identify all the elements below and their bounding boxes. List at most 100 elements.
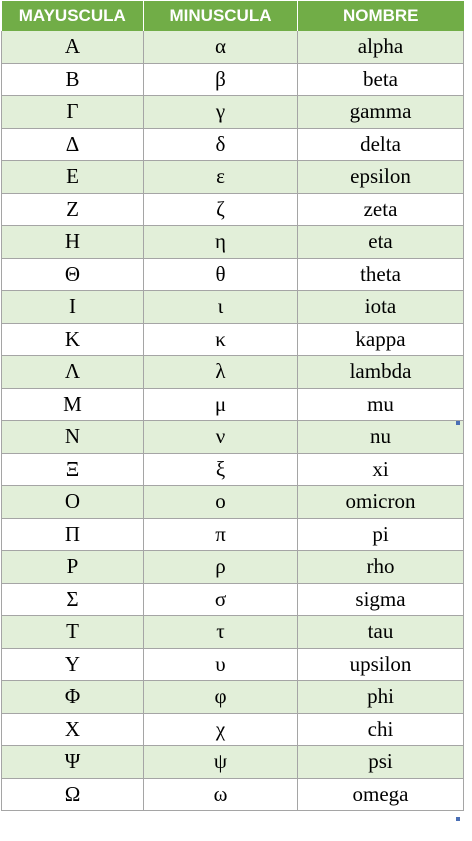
greek-alphabet-table: MAYUSCULA MINUSCULA NOMBRE Αα alpha Ββ beta… [1, 1, 464, 811]
cell-mayuscula: Τ [1, 615, 144, 649]
cell-minuscula: ρ [143, 550, 298, 584]
table-row: Ξξ xi [1, 453, 464, 486]
table-row: Οο omicron [1, 485, 464, 519]
cell-minuscula: ω [143, 778, 298, 811]
cell-minuscula: σ [143, 583, 298, 616]
cell-nombre: beta [297, 63, 464, 96]
cell-nombre: sigma [297, 583, 464, 616]
table-row: Ββ beta [1, 63, 464, 96]
cell-nombre: tau [297, 615, 464, 649]
cell-minuscula: χ [143, 713, 298, 746]
table-row: Ηη eta [1, 225, 464, 259]
cell-minuscula: π [143, 518, 298, 551]
cell-mayuscula: Ε [1, 160, 144, 194]
cell-minuscula: ο [143, 485, 298, 519]
cell-mayuscula: Θ [1, 258, 144, 291]
cell-mayuscula: Ι [1, 290, 144, 324]
cell-nombre: nu [297, 420, 464, 454]
cell-mayuscula: Ξ [1, 453, 144, 486]
header-nombre: NOMBRE [297, 1, 464, 31]
cell-mayuscula: Ν [1, 420, 144, 454]
cell-nombre: chi [297, 713, 464, 746]
cell-mayuscula: Ο [1, 485, 144, 519]
cell-mayuscula: Ω [1, 778, 144, 811]
cell-minuscula: β [143, 63, 298, 96]
cell-nombre: pi [297, 518, 464, 551]
cell-minuscula: κ [143, 323, 298, 356]
cell-nombre: delta [297, 128, 464, 161]
table-row: Θθ theta [1, 258, 464, 291]
cell-nombre: upsilon [297, 648, 464, 681]
cell-nombre: rho [297, 550, 464, 584]
cell-mayuscula: Η [1, 225, 144, 259]
cell-mayuscula: Κ [1, 323, 144, 356]
table-row: Ρρ rho [1, 550, 464, 584]
table-row: Ππ pi [1, 518, 464, 551]
cell-nombre: zeta [297, 193, 464, 226]
cell-mayuscula: Δ [1, 128, 144, 161]
cell-nombre: gamma [297, 95, 464, 129]
table-row: Εε epsilon [1, 160, 464, 194]
resize-handle-upper[interactable] [456, 421, 460, 425]
cell-minuscula: θ [143, 258, 298, 291]
cell-mayuscula: Ζ [1, 193, 144, 226]
table-row: Ψψ psi [1, 745, 464, 779]
table-row: Γγ gamma [1, 95, 464, 129]
table-row: Ττ tau [1, 615, 464, 649]
cell-minuscula: μ [143, 388, 298, 421]
cell-nombre: iota [297, 290, 464, 324]
cell-mayuscula: Ψ [1, 745, 144, 779]
cell-minuscula: α [143, 31, 298, 64]
cell-nombre: alpha [297, 31, 464, 64]
table-row: Ιι iota [1, 290, 464, 324]
cell-nombre: xi [297, 453, 464, 486]
cell-nombre: mu [297, 388, 464, 421]
cell-mayuscula: Σ [1, 583, 144, 616]
table-row: Μμ mu [1, 388, 464, 421]
table-row: Δδ delta [1, 128, 464, 161]
cell-nombre: omicron [297, 485, 464, 519]
header-mayuscula: MAYUSCULA [1, 1, 144, 31]
table-header-row: MAYUSCULA MINUSCULA NOMBRE [1, 1, 464, 31]
cell-minuscula: ξ [143, 453, 298, 486]
table-row: Ζζ zeta [1, 193, 464, 226]
cell-mayuscula: Υ [1, 648, 144, 681]
cell-mayuscula: Ρ [1, 550, 144, 584]
table-row: Νν nu [1, 420, 464, 454]
cell-nombre: eta [297, 225, 464, 259]
cell-mayuscula: Α [1, 31, 144, 64]
cell-mayuscula: Γ [1, 95, 144, 129]
cell-minuscula: φ [143, 680, 298, 714]
cell-mayuscula: Φ [1, 680, 144, 714]
cell-minuscula: υ [143, 648, 298, 681]
cell-nombre: omega [297, 778, 464, 811]
cell-mayuscula: Λ [1, 355, 144, 389]
cell-mayuscula: Β [1, 63, 144, 96]
cell-minuscula: ι [143, 290, 298, 324]
table-body: Αα alpha Ββ beta Γγ gamma Δδ delta Εε epsilon Ζζ ze… [1, 31, 464, 811]
cell-minuscula: ν [143, 420, 298, 454]
cell-minuscula: ζ [143, 193, 298, 226]
table-row: Αα alpha [1, 31, 464, 64]
cell-minuscula: γ [143, 95, 298, 129]
cell-nombre: kappa [297, 323, 464, 356]
cell-nombre: lambda [297, 355, 464, 389]
cell-minuscula: ψ [143, 745, 298, 779]
resize-handle-lower[interactable] [456, 817, 460, 821]
table-row: Φφ phi [1, 680, 464, 714]
cell-minuscula: λ [143, 355, 298, 389]
table-row: Σσ sigma [1, 583, 464, 616]
table-row: Υυ upsilon [1, 648, 464, 681]
cell-mayuscula: Π [1, 518, 144, 551]
cell-nombre: epsilon [297, 160, 464, 194]
table-row: Λλ lambda [1, 355, 464, 389]
cell-nombre: phi [297, 680, 464, 714]
table-row: Χχ chi [1, 713, 464, 746]
table-row: Ωω omega [1, 778, 464, 811]
cell-minuscula: δ [143, 128, 298, 161]
header-minuscula: MINUSCULA [143, 1, 298, 31]
cell-mayuscula: Μ [1, 388, 144, 421]
cell-nombre: theta [297, 258, 464, 291]
cell-minuscula: τ [143, 615, 298, 649]
cell-mayuscula: Χ [1, 713, 144, 746]
